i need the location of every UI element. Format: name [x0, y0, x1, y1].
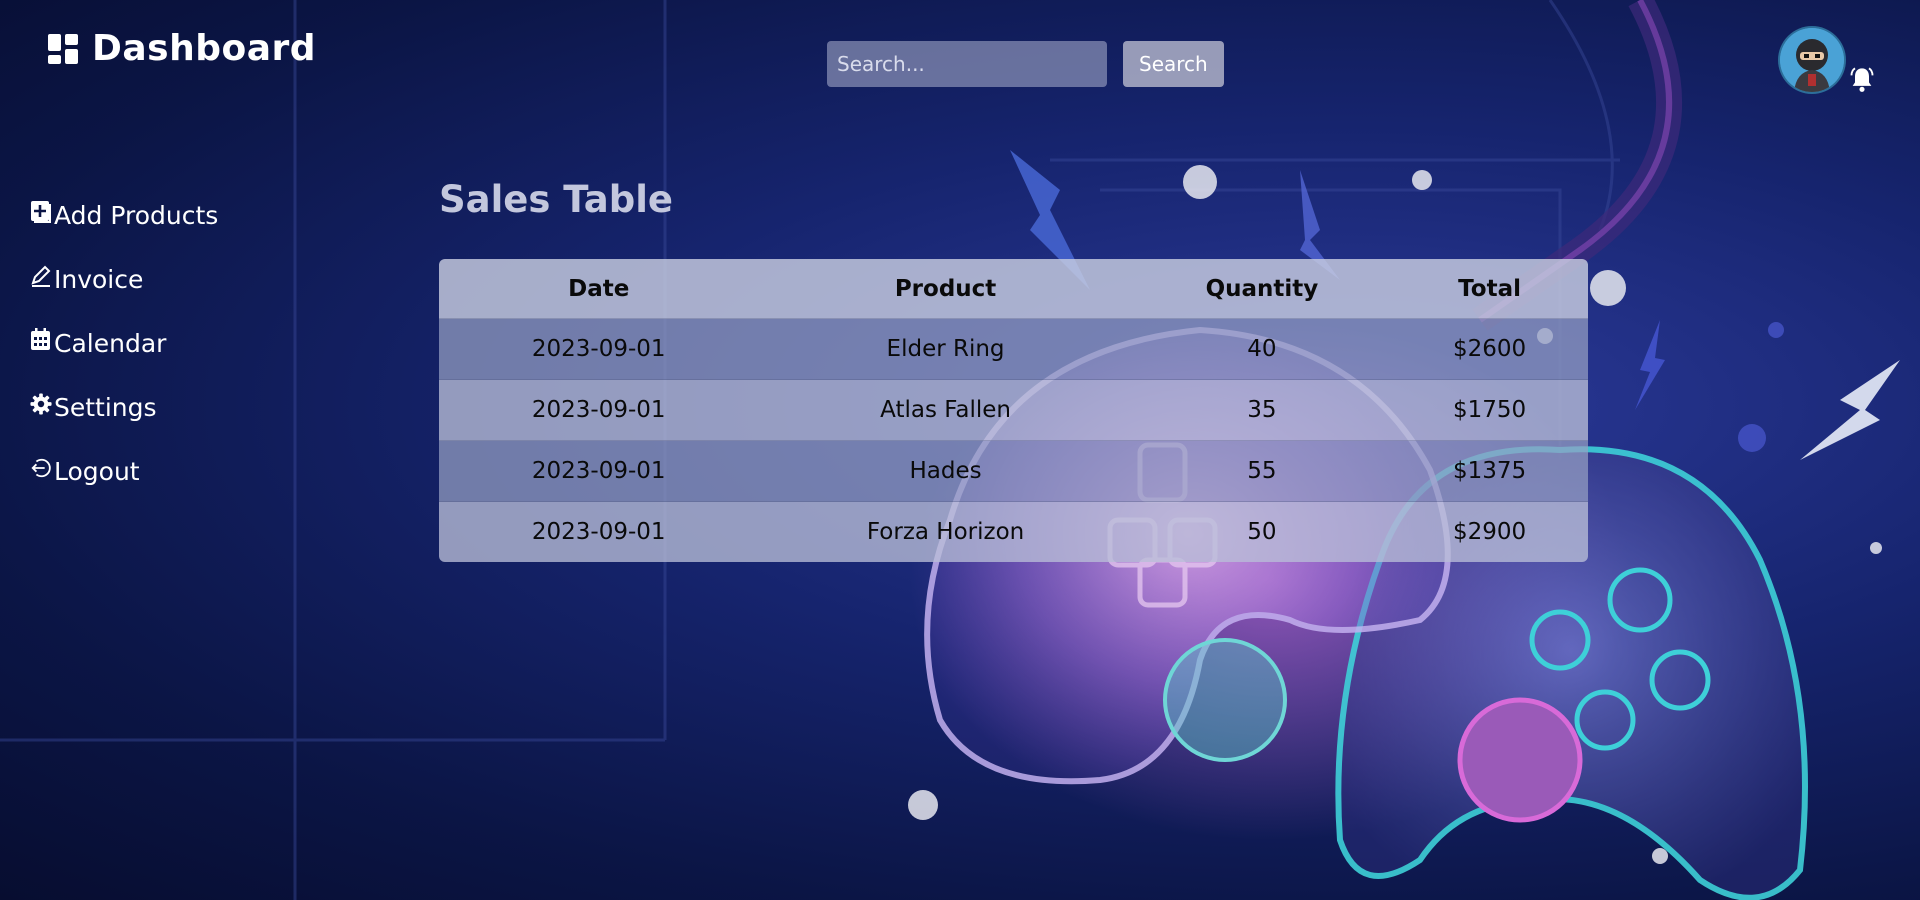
- column-header-date: Date: [439, 259, 759, 319]
- brand-title: Dashboard: [92, 28, 317, 69]
- cell-date: 2023-09-01: [439, 440, 759, 502]
- column-header-quantity: Quantity: [1132, 259, 1392, 319]
- cell-quantity: 50: [1132, 501, 1392, 562]
- gear-icon: [30, 393, 52, 415]
- sidebar-item-settings[interactable]: Settings: [30, 375, 218, 439]
- sidebar-item-label: Calendar: [54, 328, 167, 358]
- column-header-total: Total: [1391, 259, 1588, 319]
- avatar[interactable]: [1780, 28, 1844, 92]
- cell-quantity: 55: [1132, 440, 1392, 502]
- cell-product: Elder Ring: [758, 318, 1133, 380]
- add-box-icon: [31, 201, 51, 223]
- search-bar: Search: [827, 41, 1224, 87]
- page-title: Sales Table: [439, 178, 673, 221]
- cell-quantity: 40: [1132, 318, 1392, 380]
- cell-quantity: 35: [1132, 379, 1392, 441]
- cell-date: 2023-09-01: [439, 318, 759, 380]
- sidebar-item-label: Add Products: [54, 200, 219, 230]
- sidebar-item-label: Logout: [54, 456, 140, 486]
- table-row[interactable]: 2023-09-01 Elder Ring 40 $2600: [439, 318, 1588, 380]
- table-header-row: Date Product Quantity Total: [439, 259, 1588, 319]
- bell-icon: [1850, 67, 1874, 92]
- sidebar-item-label: Invoice: [54, 264, 144, 294]
- column-header-product: Product: [758, 259, 1133, 319]
- cell-total: $1375: [1391, 440, 1588, 502]
- table-row[interactable]: 2023-09-01 Hades 55 $1375: [439, 440, 1588, 502]
- sidebar-item-add-products[interactable]: Add Products: [30, 183, 218, 247]
- sidebar-item-invoice[interactable]: Invoice: [30, 247, 218, 311]
- search-button[interactable]: Search: [1123, 41, 1224, 87]
- cell-product: Forza Horizon: [758, 501, 1133, 562]
- logout-icon: [31, 458, 51, 478]
- sidebar-item-logout[interactable]: Logout: [30, 439, 218, 503]
- sales-table: Date Product Quantity Total 2023-09-01 E…: [439, 259, 1588, 562]
- cell-product: Hades: [758, 440, 1133, 502]
- pencil-icon: [31, 265, 51, 287]
- search-input[interactable]: [827, 41, 1107, 87]
- notification-button[interactable]: [1848, 66, 1876, 98]
- cell-total: $2900: [1391, 501, 1588, 562]
- ninja-avatar-icon: [1780, 28, 1844, 92]
- table-row[interactable]: 2023-09-01 Atlas Fallen 35 $1750: [439, 379, 1588, 441]
- sidebar-item-label: Settings: [54, 392, 157, 422]
- grid-icon: [48, 33, 78, 64]
- cell-total: $1750: [1391, 379, 1588, 441]
- sidebar: Add Products Invoice Calendar Settings L…: [30, 183, 218, 503]
- brand[interactable]: Dashboard: [48, 28, 316, 69]
- sidebar-item-calendar[interactable]: Calendar: [30, 311, 218, 375]
- cell-product: Atlas Fallen: [758, 379, 1133, 441]
- cell-date: 2023-09-01: [439, 379, 759, 441]
- table-row[interactable]: 2023-09-01 Forza Horizon 50 $2900: [439, 501, 1588, 562]
- cell-date: 2023-09-01: [439, 501, 759, 562]
- cell-total: $2600: [1391, 318, 1588, 380]
- calendar-icon: [31, 328, 50, 350]
